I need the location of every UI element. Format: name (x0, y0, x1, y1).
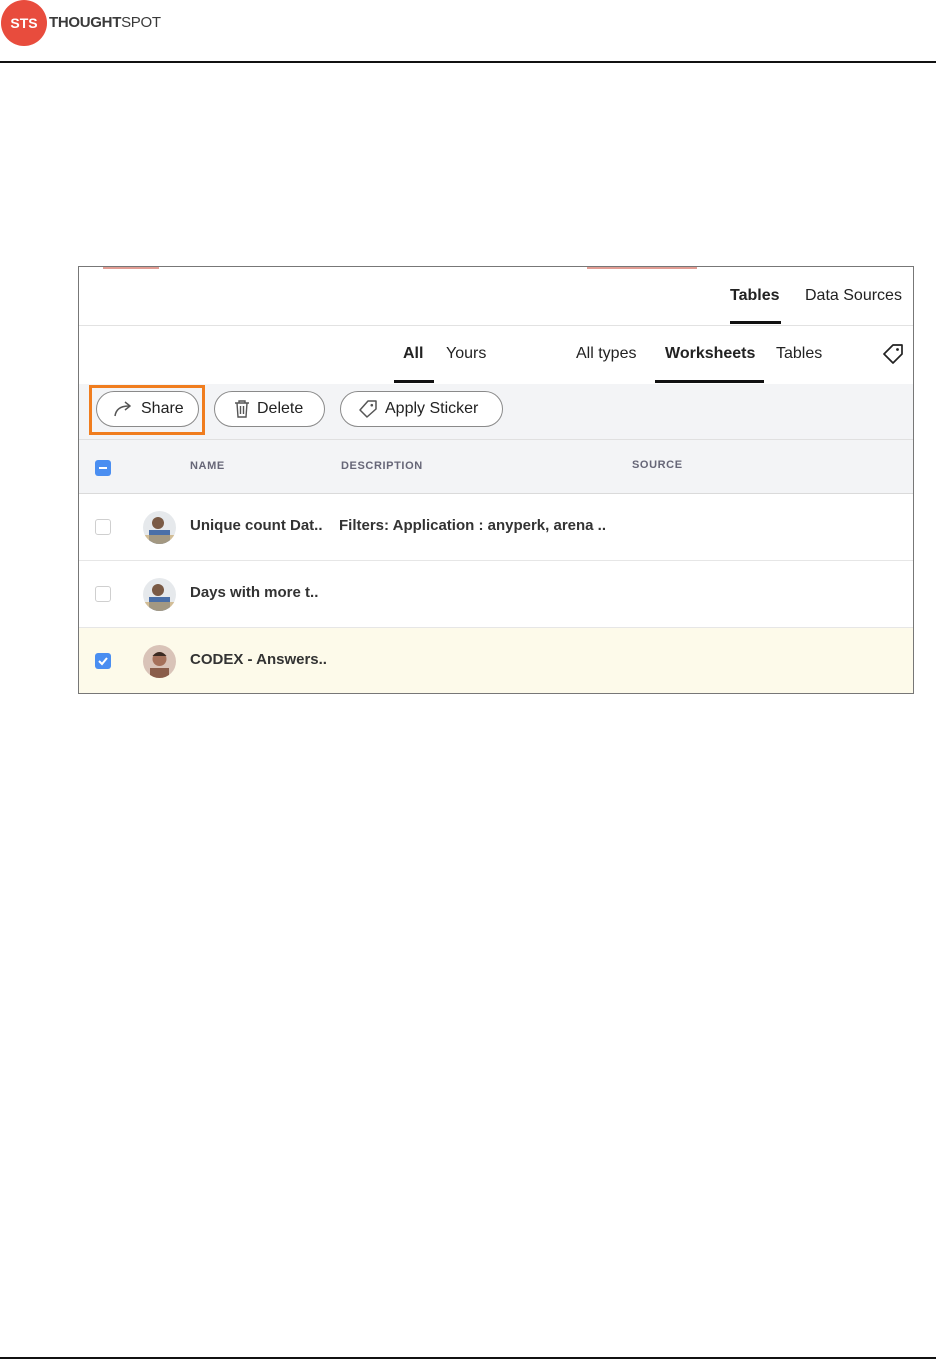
filter-bar: All Yours All types Worksheets Tables (79, 326, 913, 385)
share-highlight-callout (89, 385, 205, 435)
row-name: CODEX - Answers.. (190, 651, 327, 668)
delete-label: Delete (257, 400, 304, 417)
tab-data-sources[interactable]: Data Sources (805, 287, 902, 305)
table-row-selected[interactable]: CODEX - Answers.. (79, 628, 913, 693)
tab-active-indicator (730, 321, 781, 324)
filter-worksheets[interactable]: Worksheets (665, 345, 755, 363)
top-tab-bar: Tables Data Sources (79, 267, 913, 326)
svg-text:STS: STS (10, 15, 37, 31)
minus-icon (99, 467, 107, 469)
select-all-checkbox[interactable] (95, 460, 111, 476)
document-footer-rule (0, 1357, 936, 1359)
filter-yours[interactable]: Yours (446, 345, 486, 363)
sticker-tag-icon[interactable] (882, 343, 904, 365)
avatar-icon (143, 511, 176, 544)
filter-all[interactable]: All (403, 345, 423, 363)
column-source[interactable]: SOURCE (632, 459, 683, 471)
brand-name: THOUGHTSPOT (49, 14, 161, 31)
trash-icon (235, 400, 249, 418)
row-description: Filters: Application : anyperk, arena .. (339, 517, 607, 534)
delete-button[interactable]: Delete (214, 391, 325, 427)
apply-sticker-button[interactable]: Apply Sticker (340, 391, 503, 427)
row-checkbox-checked[interactable] (95, 653, 111, 669)
row-name: Days with more t.. (190, 584, 319, 601)
tab-tables[interactable]: Tables (730, 287, 780, 305)
filter-tables[interactable]: Tables (776, 345, 822, 363)
table-row[interactable]: Unique count Dat.. Filters: Application … (79, 494, 913, 561)
row-name: Unique count Dat.. (190, 517, 323, 534)
filter-all-types[interactable]: All types (576, 345, 636, 363)
checkmark-icon (98, 657, 108, 666)
object-list-panel: Tables Data Sources All Yours All types … (78, 266, 914, 694)
thoughtspot-logo-icon: STS (1, 0, 47, 46)
filter-active-indicator (655, 380, 764, 383)
row-checkbox[interactable] (95, 519, 111, 535)
table-row[interactable]: Days with more t.. (79, 561, 913, 628)
apply-sticker-label: Apply Sticker (385, 400, 479, 417)
avatar-icon (143, 645, 176, 678)
column-name[interactable]: NAME (190, 460, 225, 472)
avatar-icon (143, 578, 176, 611)
filter-active-indicator (394, 380, 434, 383)
table-header: NAME DESCRIPTION SOURCE (79, 440, 913, 494)
document-header: STS THOUGHTSPOT (0, 0, 936, 63)
column-description[interactable]: DESCRIPTION (341, 460, 423, 472)
row-checkbox[interactable] (95, 586, 111, 602)
tag-icon (359, 400, 377, 418)
